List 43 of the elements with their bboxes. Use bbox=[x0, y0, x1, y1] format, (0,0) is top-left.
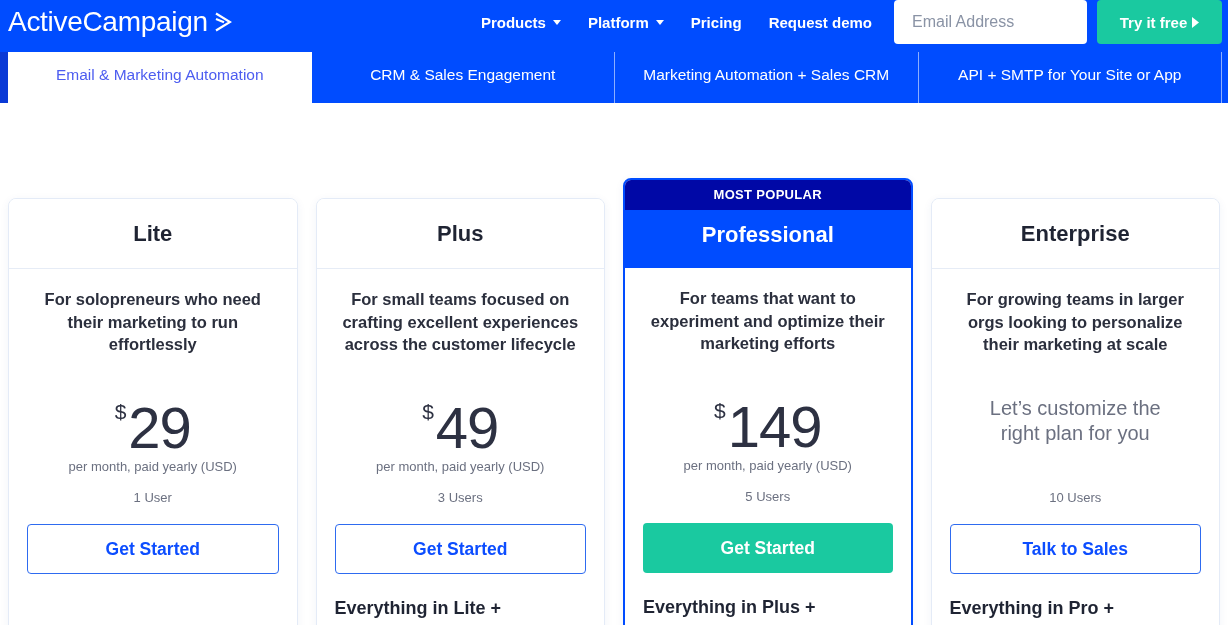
plan-name: Plus bbox=[437, 219, 484, 248]
plan-name: Enterprise bbox=[1020, 219, 1130, 248]
caret-down-icon bbox=[655, 19, 664, 25]
price-amount: 149 bbox=[727, 397, 822, 457]
currency-symbol: $ bbox=[114, 401, 127, 423]
plan-cta-button[interactable]: Talk to Sales bbox=[949, 524, 1201, 574]
nav-link[interactable]: Request demo bbox=[768, 13, 872, 31]
logo-wordmark[interactable]: ActiveCampaign bbox=[8, 5, 208, 39]
includes-heading: Everything in Pro + bbox=[949, 597, 1116, 619]
billing-note: per month, paid yearly (USD) bbox=[376, 458, 545, 476]
caret-down-icon bbox=[552, 19, 561, 25]
user-count: 3 Users bbox=[436, 489, 484, 507]
plan-description: For small teams focused on crafting excellent experiences across the customer lifecycle bbox=[341, 289, 580, 355]
currency-symbol: $ bbox=[422, 401, 434, 423]
nav-link[interactable]: Pricing bbox=[690, 13, 742, 31]
billing-note: per month, paid yearly (USD) bbox=[68, 458, 237, 476]
user-count: 1 User bbox=[132, 489, 173, 507]
caret-right-icon bbox=[1192, 16, 1200, 28]
currency-symbol: $ bbox=[714, 400, 726, 422]
price-amount: 49 bbox=[435, 398, 499, 458]
includes-heading: Everything in Plus + bbox=[643, 596, 817, 618]
product-tab[interactable]: API + SMTP for Your Site or App bbox=[918, 52, 1222, 103]
product-tab[interactable]: Marketing Automation + Sales CRM bbox=[615, 52, 919, 103]
plan-description: For teams that want to experiment and optimize their marketing efforts bbox=[649, 288, 886, 354]
nav-link[interactable]: Products bbox=[480, 13, 561, 31]
billing-note: per month, paid yearly (USD) bbox=[683, 457, 852, 475]
user-count: 10 Users bbox=[1048, 489, 1103, 507]
nav-link[interactable]: Platform bbox=[587, 13, 664, 31]
plan-description: For growing teams in larger orgs looking to personalize their marketing at scale bbox=[965, 289, 1185, 355]
user-count: 5 Users bbox=[744, 488, 792, 506]
plan-name: Lite bbox=[133, 219, 173, 248]
plan-cta-button[interactable]: Get Started bbox=[27, 524, 279, 574]
plan-description: For solopreneurs who need their marketing to run effortlessly bbox=[43, 289, 262, 355]
product-tab[interactable]: CRM & Sales Engagement bbox=[311, 52, 615, 103]
price-amount: 29 bbox=[128, 398, 191, 458]
most-popular-badge: MOST POPULAR bbox=[625, 180, 911, 210]
custom-pricing-text: Let’s customize the right plan for you bbox=[988, 396, 1162, 446]
product-tab[interactable]: Email & Marketing Automation bbox=[8, 52, 312, 103]
plan-cta-button[interactable]: Get Started bbox=[334, 524, 586, 574]
email-field[interactable]: Email Address bbox=[894, 0, 1087, 44]
logo-chevron-icon bbox=[213, 12, 232, 32]
plan-name: Professional bbox=[701, 221, 834, 249]
includes-heading: Everything in Lite + bbox=[334, 597, 503, 619]
